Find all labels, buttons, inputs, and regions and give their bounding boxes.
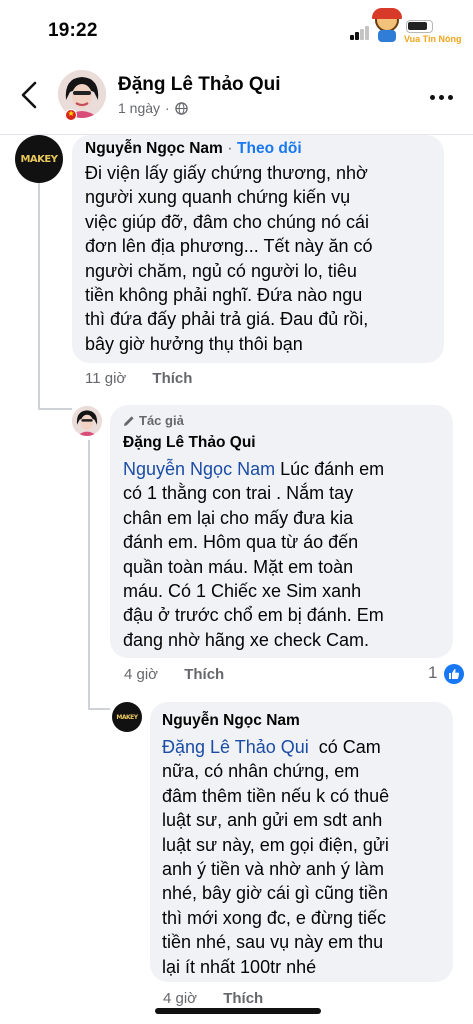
avatar-logo: MAKEY <box>20 153 58 165</box>
nested-reply-bubble[interactable]: Nguyễn Ngọc Nam Đặng Lê Thảo Qui có Cam … <box>150 702 453 982</box>
like-button[interactable]: Thích <box>223 990 263 1007</box>
battery-icon <box>406 20 433 33</box>
reply-line-rest: Lúc đánh em <box>275 459 385 479</box>
nested-line: tiền nhé, sau vụ này em thu <box>162 932 384 953</box>
comment-line: tiền không phải nghĩ. Đứa nào ngu <box>85 285 363 306</box>
author-badge-label: Tác giả <box>139 413 184 428</box>
thread-line <box>38 408 72 410</box>
more-icon <box>430 94 435 100</box>
reply-first-line: Nguyễn Ngọc Nam Lúc đánh em <box>123 457 384 481</box>
mascot-icon <box>372 8 402 42</box>
globe-icon <box>174 101 188 115</box>
mention-link[interactable]: Đặng Lê Thảo Qui <box>162 737 309 757</box>
reply-line: đậu ở trước chổ em bị đánh. Em <box>123 605 384 626</box>
nested-line: anh ý tiền và nhờ anh ý làm <box>162 859 384 880</box>
mention-link[interactable]: Nguyễn Ngọc Nam <box>123 459 275 479</box>
comment-line: thì đứa đấy phải trả giá. Đau đủ rồi, <box>85 309 369 330</box>
home-indicator[interactable] <box>155 1008 321 1014</box>
poster-name[interactable]: Đặng Lê Thảo Qui <box>118 74 281 96</box>
reply-time: 4 giờ <box>124 666 159 683</box>
back-arrow-icon <box>21 81 37 109</box>
comment-line: Đi viện lấy giấy chứng thương, nhờ <box>85 163 368 183</box>
commenter-avatar[interactable]: MAKEY <box>15 135 63 183</box>
nested-reply-time: 4 giờ <box>163 990 198 1007</box>
nested-reply-avatar[interactable]: MAKEY <box>112 702 142 732</box>
post-time: 1 ngày <box>118 100 161 116</box>
watermark-logo: Vua Tin Nóng <box>370 6 468 50</box>
nested-line: luật sư này, em gọi điện, gửi <box>162 834 389 855</box>
reply-line: đang nhờ hãng xe check Cam. <box>123 629 369 650</box>
follow-button[interactable]: Theo dõi <box>237 140 302 157</box>
comment-line: bây giờ hưởng thụ thôi bạn <box>85 333 303 354</box>
comment-header: Nguyễn Ngọc Nam · Theo dõi <box>85 140 302 158</box>
nested-line: đâm thêm tiền nếu k có thuê <box>162 785 390 806</box>
comment-line: người chăm, ngủ có người lo, tiêu <box>85 260 357 281</box>
like-icon[interactable] <box>444 664 464 684</box>
comment-time: 11 giờ <box>85 370 127 387</box>
comment-line: đơn lên địa phương... Tết này ăn có <box>85 236 373 257</box>
reply-text: Nguyễn Ngọc Nam Lúc đánh em có 1 thằng c… <box>123 457 384 652</box>
reply-author[interactable]: Đặng Lê Thảo Qui <box>123 434 256 452</box>
nested-line: thì mới xong đc, e đừng tiếc <box>162 907 386 928</box>
comment-actions: 11 giờ Thích <box>85 370 192 387</box>
reply-line: máu. Có 1 Chiếc xe Sim xanh <box>123 581 362 602</box>
nested-reply-author[interactable]: Nguyễn Ngọc Nam <box>162 712 300 730</box>
avatar-logo: MAKEY <box>116 713 138 721</box>
pencil-icon <box>124 415 134 426</box>
nested-line-rest: có Cam <box>308 737 381 757</box>
comment-line: người xung quanh chứng kiến vụ <box>85 187 351 208</box>
status-bar: 19:22 Vua Tin Nóng <box>0 0 473 62</box>
watermark-text: Vua Tin Nóng <box>404 34 462 44</box>
reply-line: quần toàn máu. Mặt em toàn <box>123 556 354 577</box>
flag-badge <box>65 109 77 121</box>
nested-reply-text: Đặng Lê Thảo Qui có Cam nữa, có nhân chứ… <box>162 735 389 979</box>
post-header: Đặng Lê Thảo Qui 1 ngày · <box>0 62 473 128</box>
nested-line: nữa, có nhân chứng, em <box>162 761 360 782</box>
reaction-count[interactable]: 1 <box>428 663 437 683</box>
comment-text: Đi viện lấy giấy chứng thương, nhờ người… <box>85 161 373 356</box>
comment-author[interactable]: Nguyễn Ngọc Nam <box>85 140 223 157</box>
nested-line: luật sư, anh gửi em sdt anh <box>162 810 383 831</box>
more-options-button[interactable] <box>430 92 458 102</box>
follow-separator: · <box>227 140 233 157</box>
thread-line <box>88 440 90 708</box>
reply-line: đánh em. Hôm qua từ áo đến <box>123 532 359 553</box>
status-time: 19:22 <box>48 20 98 41</box>
author-badge: Tác giả <box>123 413 184 428</box>
thread-line <box>88 708 110 710</box>
back-button[interactable] <box>12 78 46 112</box>
like-button[interactable]: Thích <box>184 666 224 683</box>
post-meta: 1 ngày · <box>118 100 188 116</box>
reply-avatar[interactable] <box>72 406 102 436</box>
reply-line: chân em lại cho mấy đưa kia <box>123 507 354 528</box>
like-button[interactable]: Thích <box>152 370 192 387</box>
reply-line: có 1 thằng con trai . Nắm tay <box>123 483 354 504</box>
nested-reply-actions: 4 giờ Thích <box>163 990 263 1007</box>
comment-line: việc giúp đỡ, đâm cho chúng nó cái <box>85 211 369 232</box>
signal-icon <box>350 26 372 40</box>
nested-line: lại ít nhất 100tr nhé <box>162 956 317 977</box>
meta-separator: · <box>165 100 170 116</box>
reply-actions: 4 giờ Thích <box>124 666 224 683</box>
nested-line: nhé, bây giờ cái gì cũng tiền <box>162 883 388 904</box>
nested-first-line: Đặng Lê Thảo Qui có Cam <box>162 735 389 759</box>
comment-bubble[interactable]: Nguyễn Ngọc Nam · Theo dõi Đi viện lấy g… <box>72 135 444 363</box>
reply-bubble[interactable]: Tác giả Đặng Lê Thảo Qui Nguyễn Ngọc Nam… <box>110 405 453 658</box>
thread-line <box>38 180 40 410</box>
